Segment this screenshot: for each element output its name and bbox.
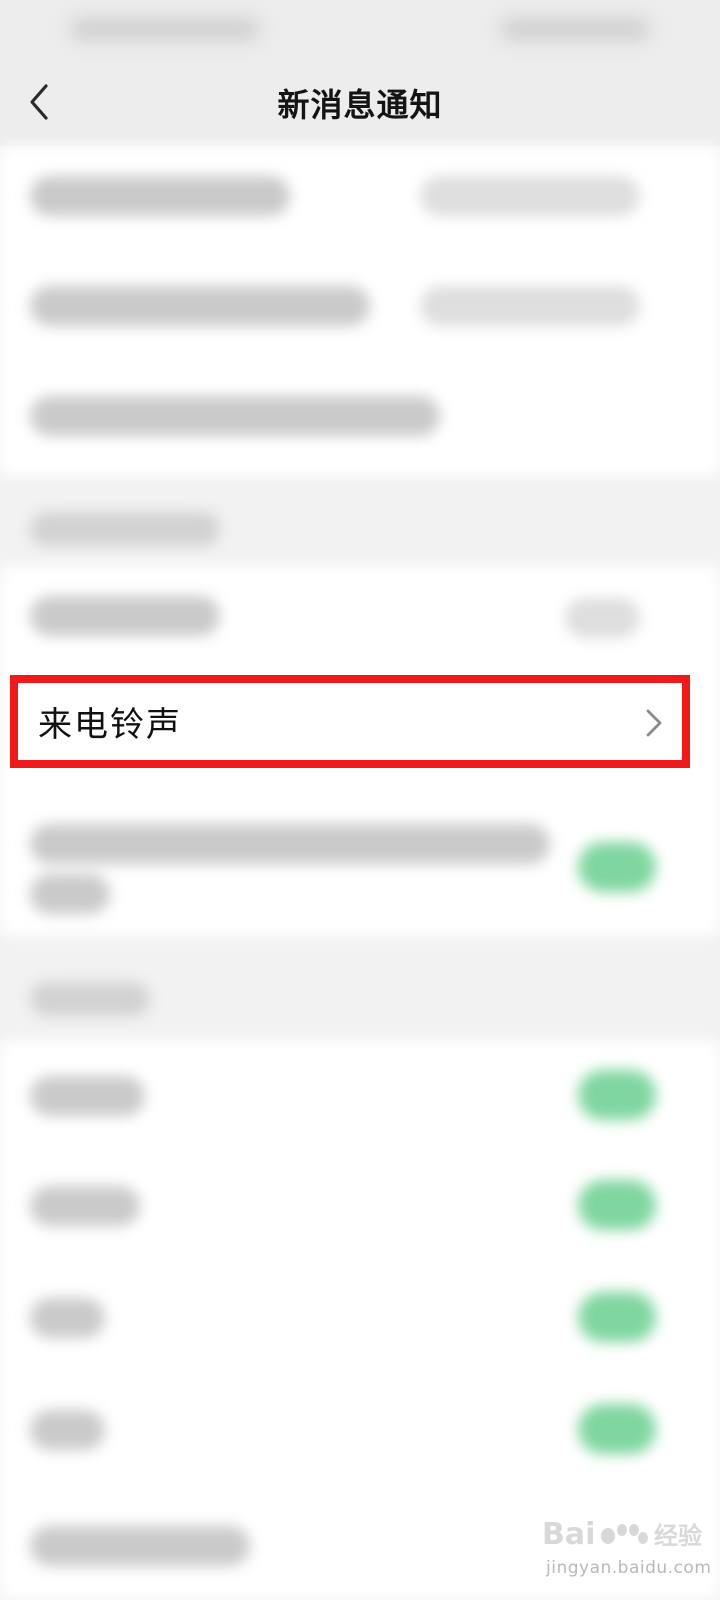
status-bar-left-info: [70, 18, 260, 40]
chevron-right-icon: [646, 709, 662, 737]
baidu-jingyan-logo: Bai du 经验: [542, 1517, 702, 1554]
navigation-bar: 新消息通知: [0, 60, 720, 146]
settings-group-1: [0, 146, 720, 476]
settings-row: [0, 1150, 720, 1262]
watermark-url: jingyan.baidu.com: [546, 1558, 712, 1578]
settings-row: [0, 256, 720, 366]
page-title: 新消息通知: [277, 86, 443, 124]
settings-row: [0, 1040, 720, 1150]
toggle-switch: [578, 1070, 656, 1120]
ringtone-label: 来电铃声: [38, 705, 182, 745]
section-header: [30, 982, 150, 1016]
svg-text:Bai: Bai: [542, 1517, 595, 1552]
toggle-switch: [578, 1292, 656, 1342]
ringtone-row[interactable]: 来电铃声: [10, 675, 690, 768]
section-header: [30, 512, 220, 546]
baidu-jingyan-watermark: Bai du 经验 jingyan.baidu.com: [540, 1492, 712, 1588]
svg-text:经验: 经验: [654, 1522, 702, 1550]
toggle-switch: [578, 1180, 656, 1230]
svg-text:du: du: [620, 1539, 639, 1554]
settings-row: [0, 566, 720, 666]
settings-row: [0, 796, 720, 936]
settings-row: [0, 1262, 720, 1374]
blurred-settings-content: [0, 146, 720, 1600]
toggle-switch: [578, 1404, 656, 1454]
status-bar: [0, 0, 720, 60]
toggle-switch: [578, 842, 656, 892]
settings-row: [0, 146, 720, 256]
settings-row: [0, 1374, 720, 1486]
settings-row: [0, 366, 720, 476]
status-bar-right-info: [500, 18, 650, 40]
